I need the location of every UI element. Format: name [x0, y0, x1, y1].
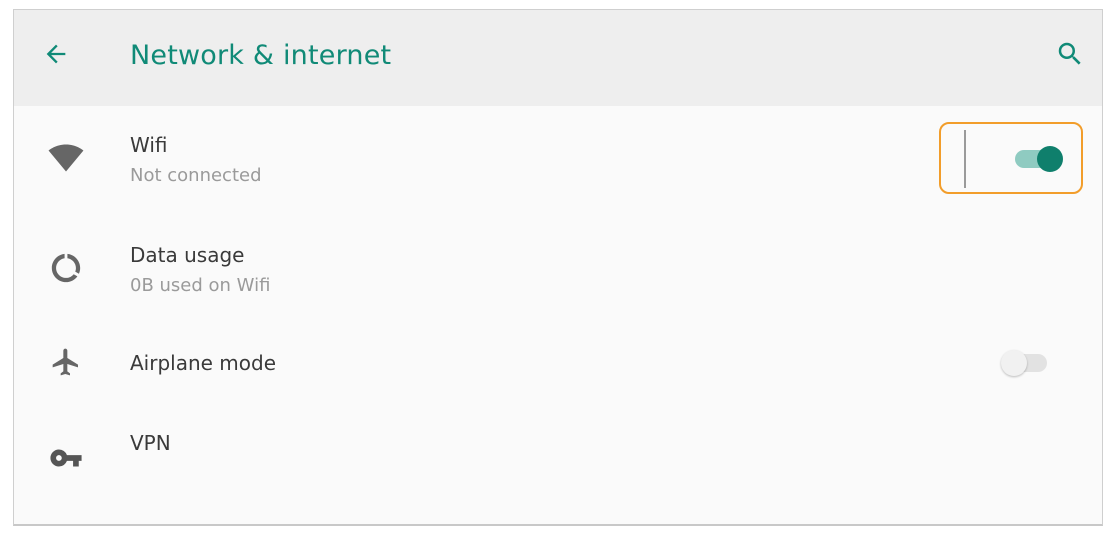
wifi-toggle-thumb	[1037, 146, 1063, 172]
arrow-back-icon	[42, 40, 70, 72]
list-item-data-usage[interactable]: Data usage 0B used on Wifi	[14, 220, 1102, 316]
data-usage-subtitle: 0B used on Wifi	[130, 275, 271, 296]
divider	[964, 130, 966, 188]
search-icon	[1055, 39, 1085, 73]
airplane-mode-title: Airplane mode	[130, 351, 277, 375]
page-title: Network & internet	[130, 40, 392, 71]
airplane-toggle-thumb	[1001, 350, 1027, 376]
airplane-icon	[42, 338, 90, 386]
wifi-title: Wifi	[130, 133, 168, 157]
airplane-mode-toggle[interactable]	[999, 348, 1053, 378]
wifi-icon	[42, 134, 90, 182]
search-button[interactable]	[1052, 38, 1088, 74]
back-button[interactable]	[38, 38, 74, 74]
list-item-airplane-mode[interactable]: Airplane mode	[14, 316, 1102, 412]
vpn-key-icon	[42, 434, 90, 482]
data-usage-title: Data usage	[130, 243, 245, 267]
app-bar: Network & internet	[14, 10, 1102, 106]
wifi-toggle[interactable]	[1013, 144, 1067, 174]
data-usage-icon	[42, 244, 90, 292]
list-item-vpn[interactable]: VPN	[14, 412, 1102, 508]
wifi-toggle-focus	[939, 122, 1083, 194]
vpn-title: VPN	[130, 431, 171, 455]
settings-window: Network & internet Wifi Not connected Da…	[13, 9, 1103, 526]
wifi-subtitle: Not connected	[130, 165, 262, 186]
